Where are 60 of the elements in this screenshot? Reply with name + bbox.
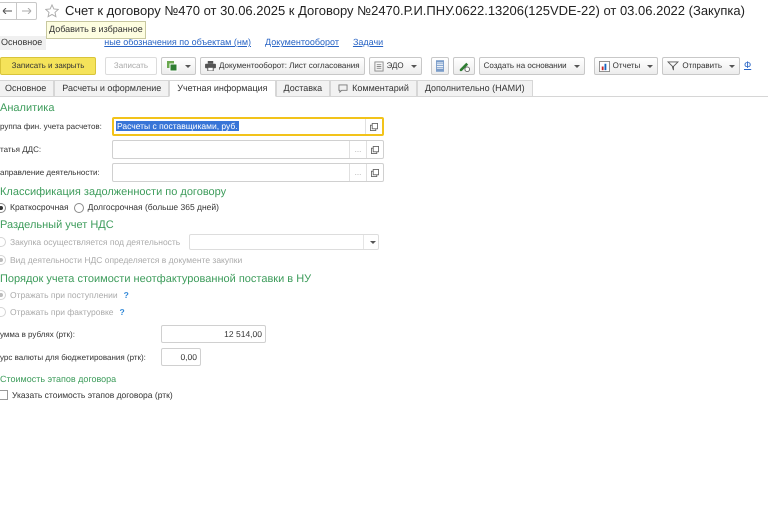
radio-label: Краткосрочная bbox=[10, 201, 69, 214]
icon-button[interactable] bbox=[452, 57, 475, 75]
number-field[interactable]: 0,00 bbox=[161, 348, 201, 366]
radio-label: Отражать при поступлении bbox=[10, 288, 118, 302]
nav-link[interactable]: ные обозначения по объектам (нм) bbox=[104, 36, 252, 50]
tab[interactable]: Дополнительно (НАМИ) bbox=[416, 80, 533, 97]
checkbox[interactable] bbox=[0, 390, 8, 400]
arrow-left-icon bbox=[2, 8, 12, 14]
back-button[interactable] bbox=[0, 3, 17, 19]
copy-icon bbox=[166, 60, 178, 72]
save-close-button[interactable]: Записать и закрыть bbox=[0, 57, 96, 75]
tab[interactable]: Учетная информация bbox=[169, 80, 276, 97]
toolbar-button[interactable]: Документооборот: Лист согласования bbox=[200, 57, 365, 75]
star-icon[interactable] bbox=[45, 4, 59, 18]
tab[interactable]: Основное bbox=[0, 80, 54, 97]
window-title: Счет к договору №470 от 30.06.2025 к Договору №2470.Р.И.ПНУ.0622.13206(125VDE-22) от 03.06.2022 (Закупка) bbox=[65, 2, 745, 20]
nav-link[interactable]: Основное bbox=[0, 36, 46, 50]
section-heading: Раздельный учет НДС bbox=[0, 218, 115, 232]
pen-icon bbox=[458, 60, 470, 72]
open-icon[interactable] bbox=[371, 146, 379, 154]
section-heading: Аналитика bbox=[0, 101, 56, 115]
nav-link[interactable]: Документооборот bbox=[265, 36, 339, 50]
toolbar-button[interactable]: Создать на основании bbox=[478, 57, 585, 75]
section-heading: Классификация задолженности по договору bbox=[0, 185, 228, 199]
tab[interactable]: Комментарий bbox=[330, 80, 417, 97]
input-field[interactable]: Расчеты с поставщиками, руб. bbox=[112, 117, 384, 136]
field-label: аправление деятельности: bbox=[0, 168, 100, 177]
field-label: урс валюты для бюджетирования (ртк): bbox=[0, 352, 146, 362]
toolbar-button[interactable]: ЭДО bbox=[368, 57, 422, 75]
arrow-right-icon bbox=[22, 8, 32, 14]
field-label: умма в рублях (ртк): bbox=[0, 330, 75, 338]
number-field[interactable]: 12 514,00 bbox=[161, 325, 266, 343]
chart-icon bbox=[598, 60, 610, 72]
caret-icon bbox=[370, 240, 376, 244]
field-label: руппа фин. учета расчетов: bbox=[0, 122, 102, 131]
radio-label: Долгосрочная (больше 365 дней) bbox=[88, 201, 219, 214]
printer-icon bbox=[205, 61, 216, 71]
toolbar-link[interactable]: Ф bbox=[744, 58, 752, 74]
icon-button[interactable] bbox=[161, 57, 196, 75]
favorites-tooltip: Добавить в избранное bbox=[46, 21, 146, 38]
list-icon bbox=[436, 60, 444, 72]
field-value: Расчеты с поставщиками, руб. bbox=[116, 121, 239, 132]
radio-label: Закупка осуществляется под деятельность bbox=[10, 236, 180, 248]
checkbox-label: Указать стоимость этапов договора (ртк) bbox=[12, 388, 173, 402]
radio-label: Отражать при фактуровке bbox=[10, 306, 114, 318]
radio-label: Вид деятельности НДС определяется в документе закупки bbox=[10, 254, 242, 266]
toolbar-button[interactable]: Отчеты bbox=[594, 57, 658, 75]
icon-button[interactable] bbox=[430, 57, 449, 75]
open-icon[interactable] bbox=[371, 168, 379, 176]
section-heading: Стоимость этапов договора bbox=[0, 373, 118, 386]
nav-link[interactable]: Задачи bbox=[352, 36, 384, 50]
tab[interactable]: Доставка bbox=[276, 80, 330, 97]
funnel-icon bbox=[667, 61, 680, 71]
toolbar-button[interactable]: Отправить bbox=[662, 57, 740, 75]
tab[interactable]: Расчеты и оформление bbox=[54, 80, 170, 97]
radio-button[interactable] bbox=[74, 202, 84, 212]
open-icon[interactable] bbox=[370, 122, 378, 130]
document-icon bbox=[374, 60, 384, 72]
section-heading: Порядок учета стоимости неотфактурованной поставки в НУ bbox=[0, 272, 312, 286]
field-label: татья ДДС: bbox=[0, 145, 42, 154]
